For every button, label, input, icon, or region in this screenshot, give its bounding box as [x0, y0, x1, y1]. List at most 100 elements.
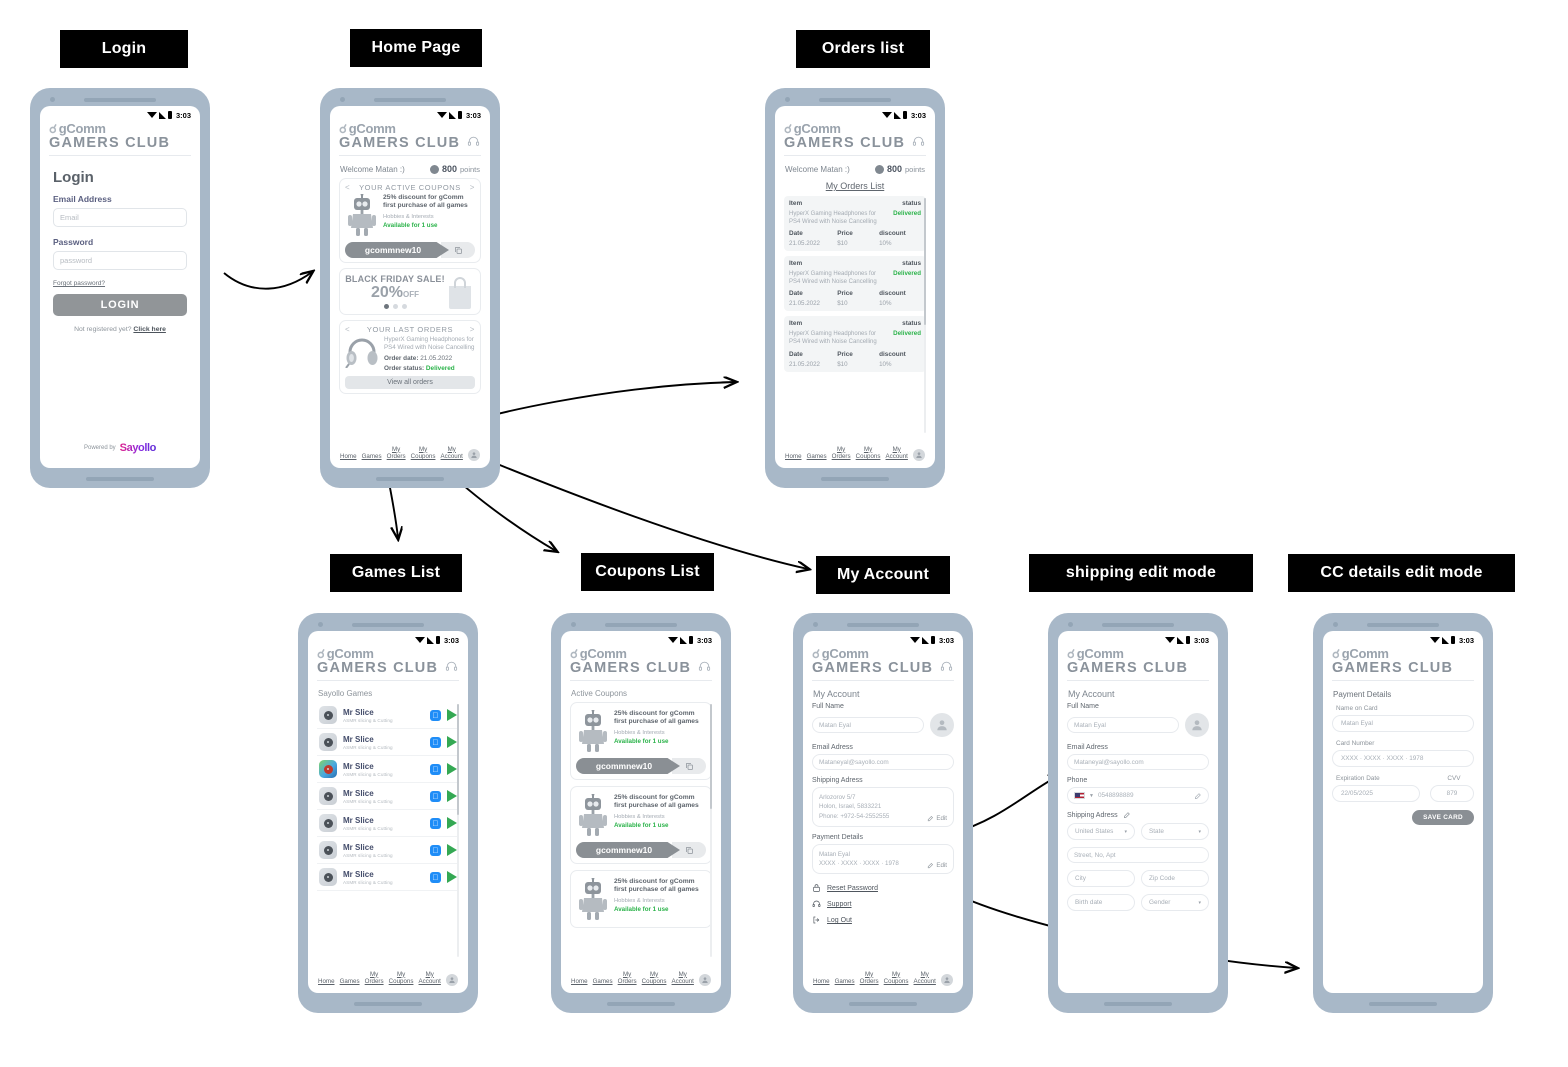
nav-item-my-coupons[interactable]: My Coupons [389, 971, 414, 987]
avatar[interactable] [699, 974, 711, 986]
carousel-prev-button[interactable]: < [345, 183, 350, 192]
full-name-field[interactable]: Matan Eyal [812, 717, 924, 733]
reset-password-action[interactable]: Reset Password [812, 883, 954, 893]
app-store-icon[interactable]:  [430, 817, 441, 829]
google-play-icon[interactable] [447, 709, 457, 721]
full-name-field[interactable]: Matan Eyal [1067, 717, 1179, 733]
avatar[interactable] [446, 974, 458, 986]
orders-carousel-next-button[interactable]: > [470, 325, 475, 334]
email-field[interactable]: Mataneyal@sayollo.com [812, 754, 954, 770]
avatar[interactable] [468, 449, 480, 461]
coupon-code[interactable]: gcommnew10 [576, 758, 680, 774]
support-headset-icon[interactable] [912, 135, 925, 148]
list-item[interactable]: Mr Slice ASMR slicing & Cutting  [317, 729, 459, 756]
google-play-icon[interactable] [447, 844, 457, 856]
gender-select[interactable]: Gender ▾ [1141, 894, 1209, 911]
table-row[interactable]: Item status HyperX Gaming Headphones for… [784, 256, 926, 312]
log-out-action[interactable]: Log Out [812, 915, 954, 925]
support-headset-icon[interactable] [698, 660, 711, 673]
support-headset-icon[interactable] [467, 135, 480, 148]
app-store-icon[interactable]:  [430, 709, 441, 721]
games-scroll-area[interactable]: Mr Slice ASMR slicing & Cutting  Mr Sli… [317, 702, 459, 966]
expiration-date-field[interactable]: 22/05/2025 [1332, 785, 1420, 802]
carousel-next-button[interactable]: > [470, 183, 475, 192]
carousel-dot[interactable] [383, 304, 389, 309]
support-headset-icon[interactable] [940, 660, 953, 673]
list-item[interactable]: Mr Slice ASMR slicing & Cutting  [317, 837, 459, 864]
support-action[interactable]: Support [812, 899, 954, 909]
avatar[interactable] [941, 974, 953, 986]
nav-item-my-account[interactable]: My Account [672, 971, 694, 987]
nav-item-my-coupons[interactable]: My Coupons [411, 446, 436, 462]
nav-item-home[interactable]: Home [340, 453, 357, 461]
scrollbar-thumb[interactable] [924, 198, 926, 326]
avatar[interactable] [913, 449, 925, 461]
nav-item-my-orders[interactable]: My Orders [365, 971, 384, 987]
coupon-code[interactable]: gcommnew10 [345, 242, 449, 258]
zip-field[interactable]: Zip Code [1141, 870, 1209, 887]
cvv-field[interactable]: 879 [1430, 785, 1474, 802]
google-play-icon[interactable] [447, 736, 457, 748]
nav-item-my-orders[interactable]: My Orders [618, 971, 637, 987]
nav-item-games[interactable]: Games [835, 978, 855, 986]
register-link[interactable]: Click here [133, 326, 166, 333]
google-play-icon[interactable] [447, 871, 457, 883]
list-item[interactable]: 25% discount for gComm first purchase of… [570, 702, 712, 780]
app-store-icon[interactable]:  [430, 844, 441, 856]
orders-scroll-area[interactable]: Item status HyperX Gaming Headphones for… [784, 196, 926, 441]
edit-shipping-button[interactable]: Edit [927, 815, 947, 822]
street-field[interactable]: Street, No, Apt [1067, 847, 1209, 863]
nav-item-my-orders[interactable]: My Orders [860, 971, 879, 987]
list-item[interactable]: 25% discount for gComm first purchase of… [570, 786, 712, 864]
password-field[interactable]: password [53, 251, 187, 270]
email-field[interactable]: Mataneyal@sayollo.com [1067, 754, 1209, 770]
nav-item-games[interactable]: Games [593, 978, 613, 986]
list-item[interactable]: 25% discount for gComm first purchase of… [570, 870, 712, 928]
login-button[interactable]: LOGIN [53, 294, 187, 316]
nav-item-my-account[interactable]: My Account [419, 971, 441, 987]
email-field[interactable]: Email [53, 208, 187, 227]
nav-item-my-orders[interactable]: My Orders [832, 446, 851, 462]
chevron-down-icon[interactable]: ▼ [1089, 793, 1094, 799]
support-headset-icon[interactable] [445, 660, 458, 673]
city-field[interactable]: City [1067, 870, 1135, 887]
google-play-icon[interactable] [447, 817, 457, 829]
nav-item-games[interactable]: Games [362, 453, 382, 461]
app-store-icon[interactable]:  [430, 790, 441, 802]
name-on-card-field[interactable]: Matan Eyal [1332, 715, 1474, 732]
list-item[interactable]: Mr Slice ASMR slicing & Cutting  [317, 810, 459, 837]
table-row[interactable]: Item status HyperX Gaming Headphones for… [784, 196, 926, 252]
list-item[interactable]: Mr Slice ASMR slicing & Cutting  [317, 783, 459, 810]
nav-item-my-coupons[interactable]: My Coupons [642, 971, 667, 987]
coupon-code[interactable]: gcommnew10 [576, 842, 680, 858]
nav-item-home[interactable]: Home [785, 453, 802, 461]
avatar[interactable] [1185, 713, 1209, 737]
nav-item-home[interactable]: Home [318, 978, 335, 986]
pencil-icon[interactable] [1194, 792, 1202, 800]
scrollbar-thumb[interactable] [710, 704, 712, 810]
nav-item-my-account[interactable]: My Account [441, 446, 463, 462]
edit-payment-button[interactable]: Edit [927, 862, 947, 869]
nav-item-home[interactable]: Home [813, 978, 830, 986]
list-item[interactable]: Mr Slice ASMR slicing & Cutting  [317, 756, 459, 783]
view-all-orders-button[interactable]: View all orders [345, 376, 475, 390]
save-card-button[interactable]: SAVE CARD [1412, 810, 1474, 825]
app-store-icon[interactable]:  [430, 736, 441, 748]
nav-item-games[interactable]: Games [807, 453, 827, 461]
app-store-icon[interactable]:  [430, 871, 441, 883]
list-item[interactable]: Mr Slice ASMR slicing & Cutting  [317, 864, 459, 891]
birth-date-field[interactable]: Birth date [1067, 894, 1135, 911]
black-friday-banner[interactable]: BLACK FRIDAY SALE! 20%OFF [339, 268, 481, 315]
carousel-dot[interactable] [401, 304, 407, 309]
nav-item-my-coupons[interactable]: My Coupons [856, 446, 881, 462]
list-item[interactable]: Mr Slice ASMR slicing & Cutting  [317, 702, 459, 729]
orders-carousel-prev-button[interactable]: < [345, 325, 350, 334]
nav-item-home[interactable]: Home [571, 978, 588, 986]
app-store-icon[interactable]:  [430, 763, 441, 775]
nav-item-games[interactable]: Games [340, 978, 360, 986]
nav-item-my-orders[interactable]: My Orders [387, 446, 406, 462]
scrollbar-thumb[interactable] [457, 704, 459, 815]
table-row[interactable]: Item status HyperX Gaming Headphones for… [784, 316, 926, 372]
nav-item-my-coupons[interactable]: My Coupons [884, 971, 909, 987]
pencil-icon[interactable] [1123, 811, 1131, 819]
